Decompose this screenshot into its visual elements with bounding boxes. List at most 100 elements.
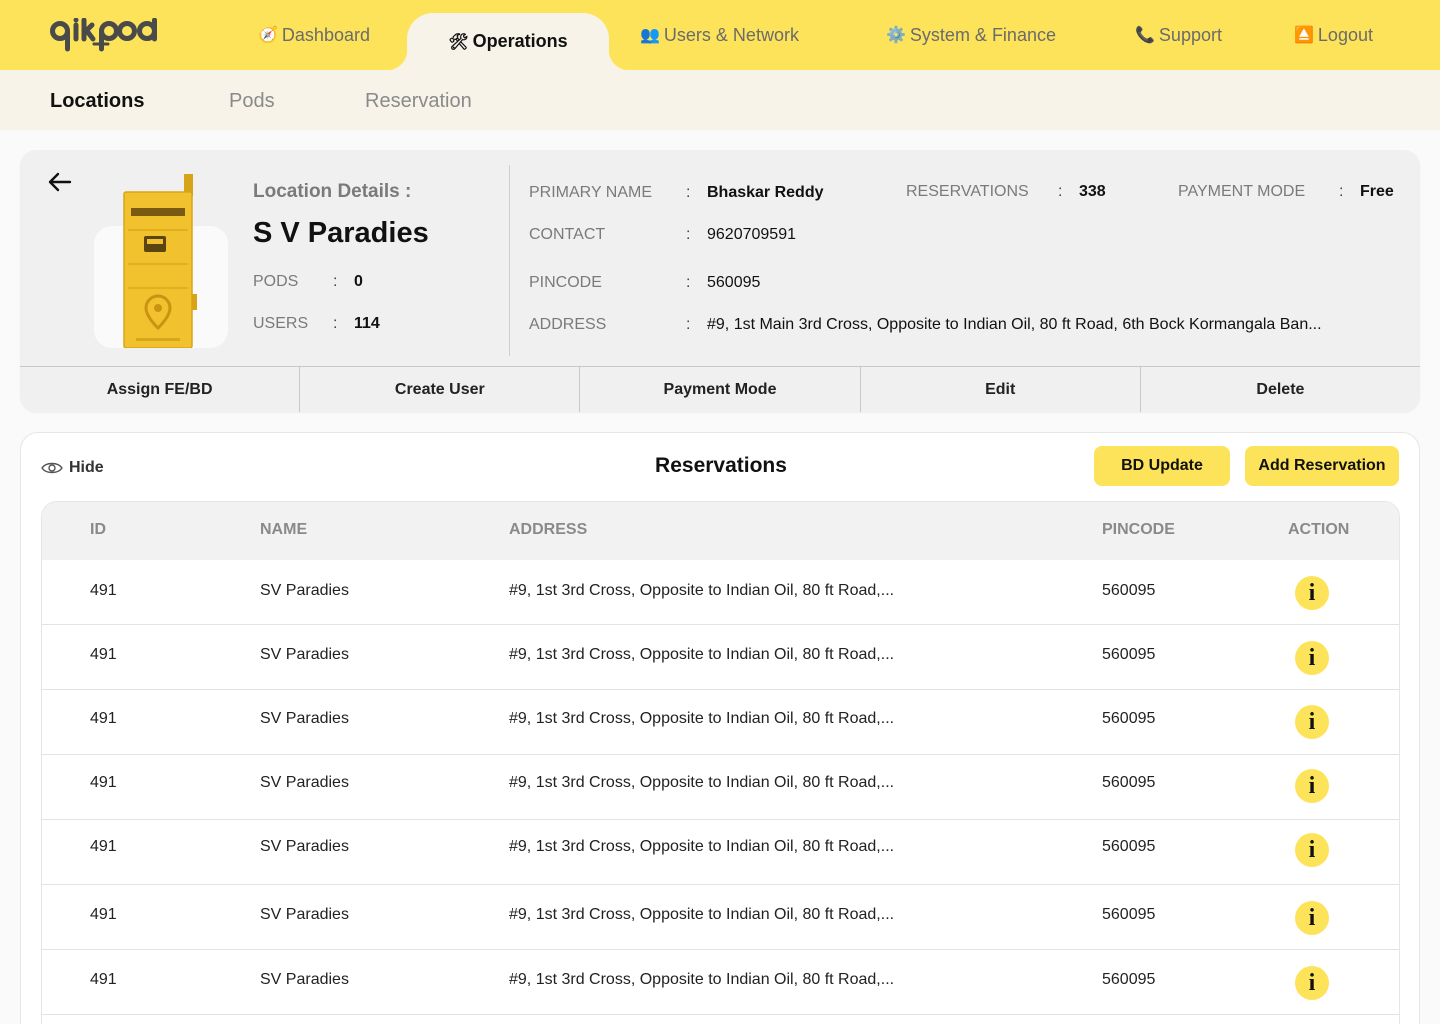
pod-locker-image: [120, 172, 200, 353]
cell-pincode: 560095: [1102, 710, 1156, 727]
reservations-value: 338: [1079, 183, 1106, 200]
info-button[interactable]: i: [1295, 901, 1329, 935]
nav-dashboard-label: Dashboard: [281, 24, 370, 45]
sub-nav: Locations Pods Reservation: [0, 70, 1440, 130]
address-label: ADDRESS: [529, 316, 607, 333]
nav-dashboard[interactable]: 🧭 Dashboard: [258, 0, 370, 70]
info-icon: i: [1308, 645, 1316, 671]
info-button[interactable]: i: [1295, 576, 1329, 610]
column-header-id: ID: [90, 521, 106, 538]
table-row[interactable]: 491 SV Paradies #9, 1st 3rd Cross, Oppos…: [42, 820, 1399, 885]
payment-mode-colon: :: [1339, 183, 1344, 200]
nav-logout[interactable]: ⏏️ Logout: [1294, 0, 1373, 70]
pincode-value: 560095: [707, 274, 761, 291]
cell-name: SV Paradies: [260, 838, 349, 855]
cell-id: 491: [90, 582, 117, 599]
cell-pincode: 560095: [1102, 582, 1156, 599]
location-name: S V Paradies: [253, 217, 429, 249]
column-header-address: ADDRESS: [509, 521, 588, 538]
cell-address: #9, 1st 3rd Cross, Opposite to Indian Oi…: [509, 646, 895, 663]
delete-button[interactable]: Delete: [1141, 367, 1420, 412]
hide-toggle[interactable]: Hide: [41, 459, 104, 477]
table-row[interactable]: 491 SV Paradies #9, 1st 3rd Cross, Oppos…: [42, 625, 1399, 690]
users-label: USERS: [253, 315, 309, 332]
cell-id: 491: [90, 971, 117, 988]
cell-name: SV Paradies: [260, 710, 349, 727]
cell-pincode: 560095: [1102, 838, 1156, 855]
primary-name-value: Bhaskar Reddy: [707, 184, 824, 201]
cell-id: 491: [90, 646, 117, 663]
primary-name-label: PRIMARY NAME: [529, 184, 652, 201]
hide-label: Hide: [69, 459, 104, 476]
address-value: #9, 1st Main 3rd Cross, Opposite to Indi…: [707, 316, 1322, 333]
nav-support-label: Support: [1158, 24, 1222, 45]
create-user-button[interactable]: Create User: [300, 367, 581, 412]
tab-reservation[interactable]: Reservation: [365, 70, 472, 130]
nav-system-finance[interactable]: ⚙️ System & Finance: [886, 0, 1056, 70]
contact-colon: :: [686, 226, 691, 243]
cell-pincode: 560095: [1102, 646, 1156, 663]
payment-mode-button[interactable]: Payment Mode: [580, 367, 861, 412]
table-row[interactable]: 491 SV Paradies #9, 1st 3rd Cross, Oppos…: [42, 755, 1399, 820]
nav-users-network[interactable]: 👥 Users & Network: [640, 0, 799, 70]
info-button[interactable]: i: [1295, 833, 1329, 867]
location-action-bar: Assign FE/BD Create User Payment Mode Ed…: [20, 366, 1420, 412]
assign-fe-bd-button[interactable]: Assign FE/BD: [20, 367, 301, 412]
location-details-card: Location Details : S V Paradies PODS : 0…: [20, 150, 1420, 412]
table-row[interactable]: 491 SV Paradies #9, 1st 3rd Cross, Oppos…: [42, 885, 1399, 950]
back-arrow-icon[interactable]: [46, 170, 74, 194]
contact-label: CONTACT: [529, 226, 606, 243]
cell-id: 491: [90, 774, 117, 791]
nav-support[interactable]: 📞 Support: [1135, 0, 1222, 70]
cell-id: 491: [90, 906, 117, 923]
cell-name: SV Paradies: [260, 646, 349, 663]
cell-id: 491: [90, 710, 117, 727]
users-value: 114: [354, 315, 380, 332]
contact-value: 9620709591: [707, 226, 796, 243]
compass-icon: 🧭: [258, 27, 278, 44]
table-row[interactable]: 491 SV Paradies #9, 1st 3rd Cross, Oppos…: [42, 950, 1399, 1015]
info-button[interactable]: i: [1295, 641, 1329, 675]
location-details-heading: Location Details :: [253, 181, 412, 202]
pods-label: PODS: [253, 273, 299, 290]
column-header-name: NAME: [260, 521, 308, 538]
nav-operations-label: Operations: [472, 31, 568, 51]
payment-mode-label: PAYMENT MODE: [1178, 183, 1306, 200]
nav-system-finance-label: System & Finance: [909, 24, 1056, 45]
nav-operations[interactable]: 🛠 Operations: [387, 13, 629, 70]
vertical-divider: [509, 165, 510, 356]
gear-icon: ⚙️: [886, 27, 906, 44]
cell-name: SV Paradies: [260, 774, 349, 791]
qikpod-logo[interactable]: [50, 18, 162, 52]
cell-name: SV Paradies: [260, 906, 349, 923]
top-nav: 🧭 Dashboard 🛠 Operations 👥 Users & Netwo…: [0, 0, 1440, 70]
table-row[interactable]: 491 SV Paradies #9, 1st 3rd Cross, Oppos…: [42, 560, 1399, 625]
info-icon: i: [1308, 709, 1316, 735]
reservations-colon: :: [1058, 183, 1063, 200]
info-icon: i: [1308, 580, 1316, 606]
cell-address: #9, 1st 3rd Cross, Opposite to Indian Oi…: [509, 838, 895, 855]
info-button[interactable]: i: [1295, 769, 1329, 803]
reservations-panel: Hide Reservations BD Update Add Reservat…: [20, 432, 1420, 1024]
phone-icon: 📞: [1135, 27, 1155, 44]
pincode-label: PINCODE: [529, 274, 602, 291]
info-button[interactable]: i: [1295, 705, 1329, 739]
column-header-action: ACTION: [1288, 521, 1350, 538]
nav-users-network-label: Users & Network: [663, 24, 799, 45]
pods-value: 0: [354, 273, 363, 290]
tab-locations[interactable]: Locations: [50, 70, 144, 130]
pincode-colon: :: [686, 274, 691, 291]
cell-pincode: 560095: [1102, 971, 1156, 988]
bd-update-button[interactable]: BD Update: [1094, 446, 1230, 486]
info-button[interactable]: i: [1295, 966, 1329, 1000]
edit-button[interactable]: Edit: [861, 367, 1141, 412]
info-icon: i: [1308, 773, 1316, 799]
table-header: ID NAME ADDRESS PINCODE ACTION: [42, 502, 1399, 560]
tab-pods[interactable]: Pods: [229, 70, 275, 130]
add-reservation-button[interactable]: Add Reservation: [1245, 446, 1399, 486]
users-colon: :: [333, 315, 338, 332]
table-row[interactable]: 491 SV Paradies #9, 1st 3rd Cross, Oppos…: [42, 690, 1399, 755]
tools-icon: 🛠: [448, 33, 469, 51]
logout-icon: ⏏️: [1294, 27, 1314, 44]
cell-id: 491: [90, 838, 117, 855]
